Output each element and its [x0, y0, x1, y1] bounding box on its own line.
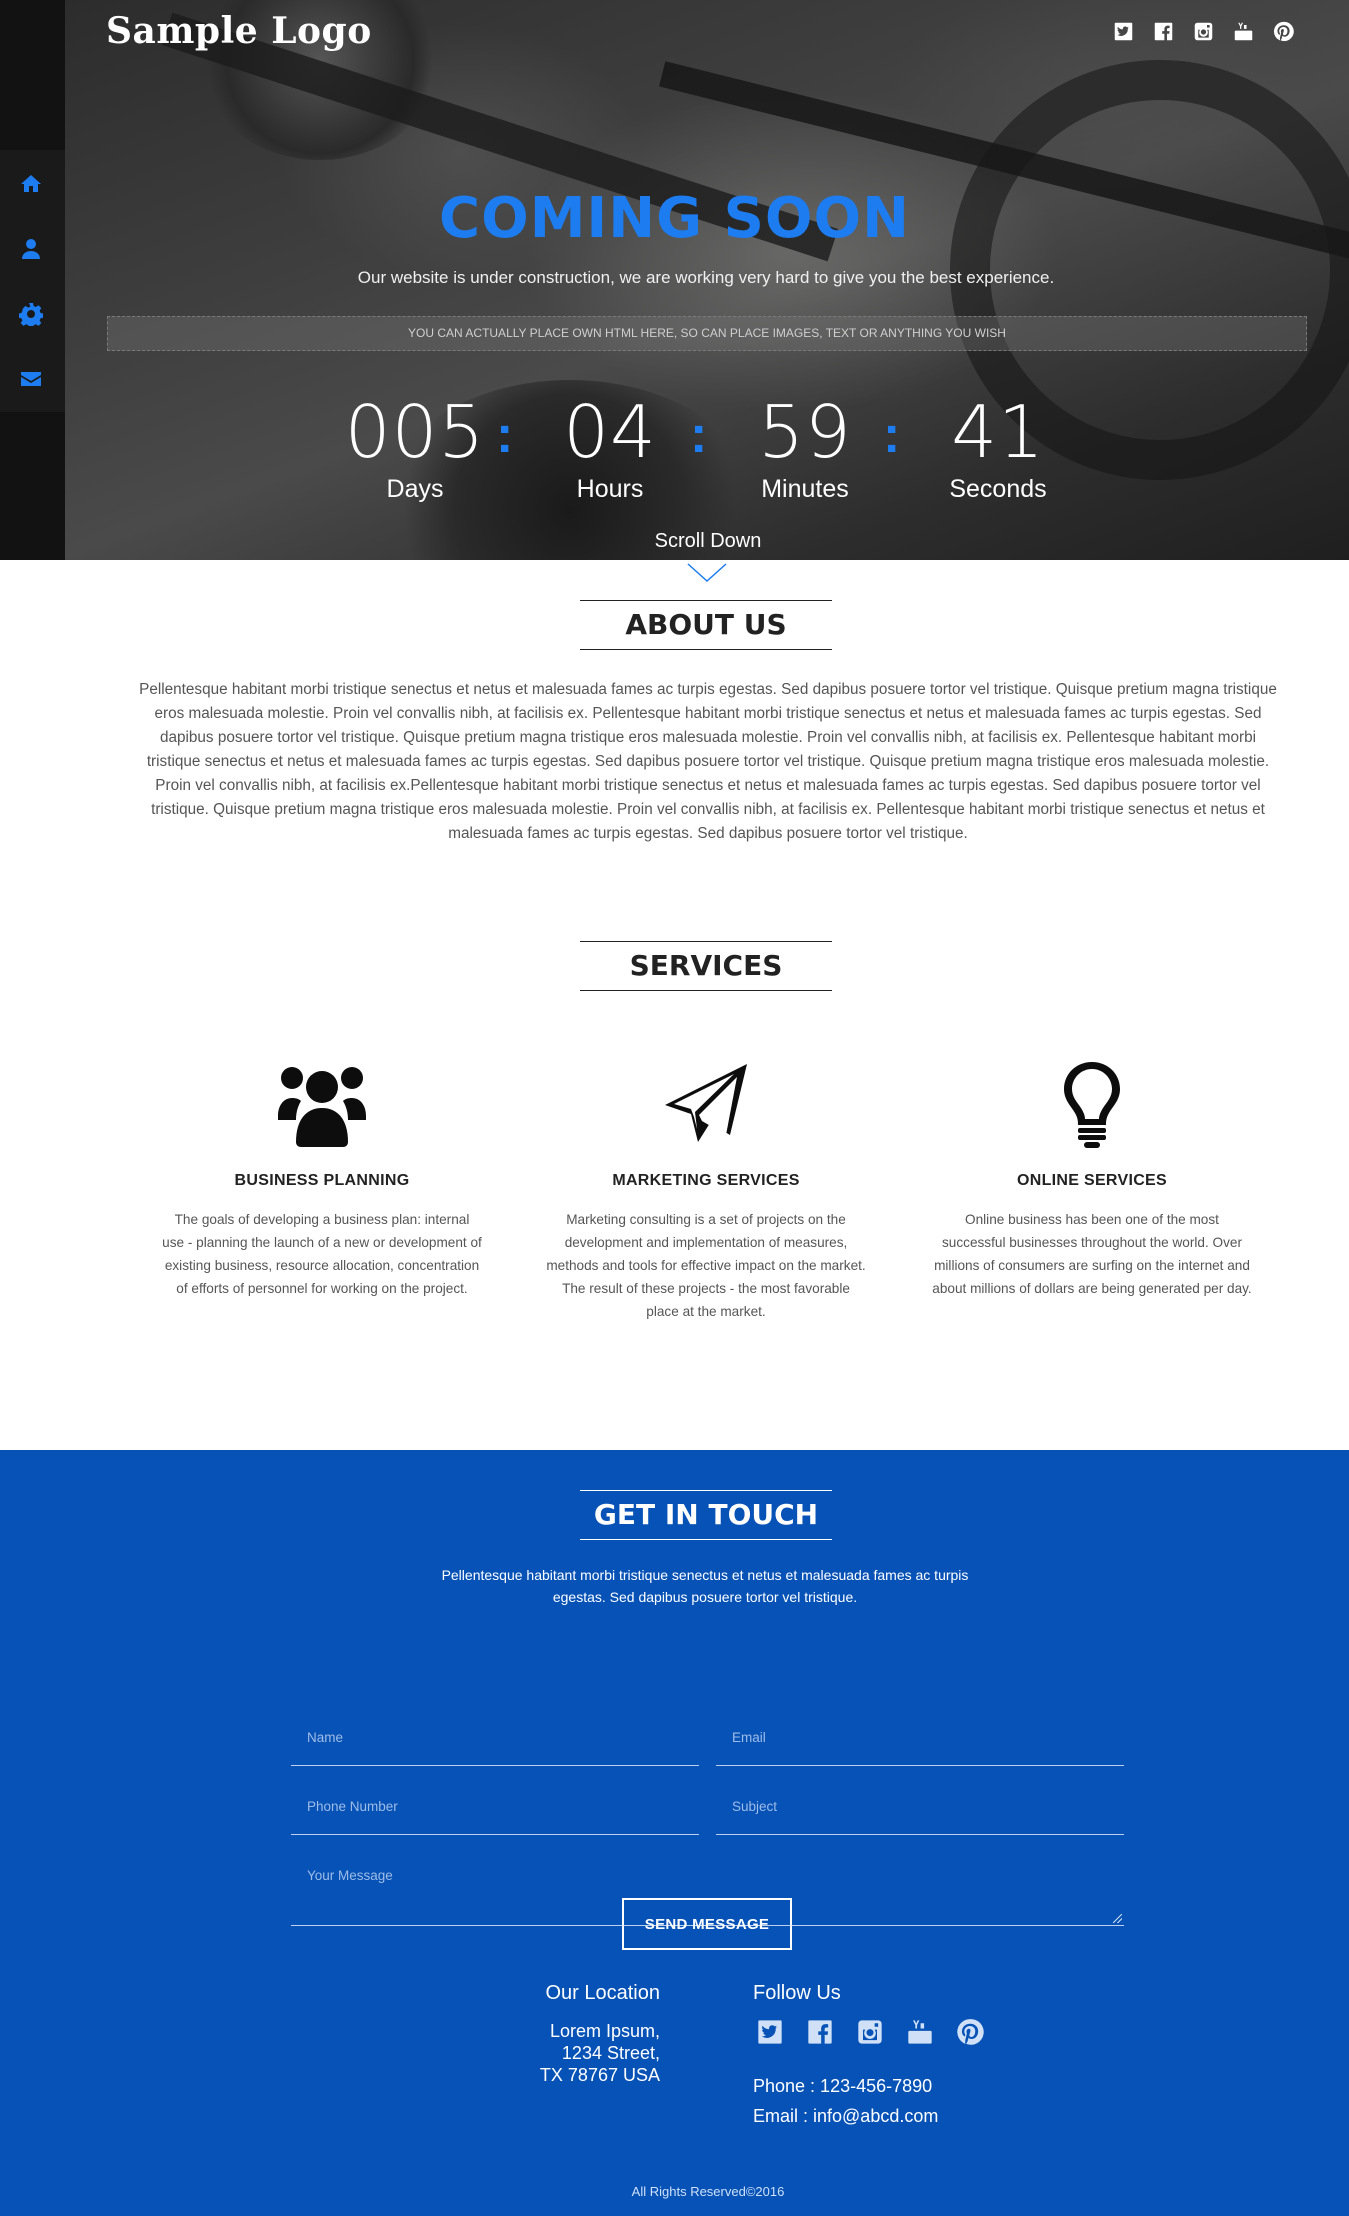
- copyright: All Rights Reserved©2016: [631, 2184, 785, 2199]
- pinterest-link[interactable]: [1272, 20, 1294, 42]
- youtube-link[interactable]: [906, 2018, 934, 2046]
- header-social-links: [1112, 20, 1294, 42]
- countdown-hours: 04 Hours: [540, 390, 680, 504]
- countdown-separator: :: [690, 406, 708, 464]
- contact-email[interactable]: Email : info@abcd.com: [753, 2106, 938, 2127]
- envelope-icon: [21, 372, 41, 386]
- countdown-days-label: Days: [386, 475, 444, 503]
- pinterest-icon: [1273, 21, 1294, 41]
- paper-plane-icon: [665, 1064, 747, 1142]
- about-title: ABOUT US: [580, 600, 832, 650]
- service-title: MARKETING SERVICES: [612, 1172, 800, 1189]
- service-description: Marketing consulting is a set of project…: [546, 1212, 866, 1319]
- instagram-icon: [858, 2020, 882, 2044]
- location-title: Our Location: [545, 1982, 660, 2004]
- countdown-hours-label: Hours: [576, 475, 644, 503]
- coming-soon-title: COMING SOON: [438, 186, 910, 251]
- countdown-separator: :: [883, 406, 901, 464]
- countdown-hours-value: 04: [563, 390, 657, 474]
- contact-section: GET IN TOUCH Pellentesque habitant morbi…: [0, 1450, 1349, 2216]
- facebook-link[interactable]: [806, 2018, 834, 2046]
- pinterest-link[interactable]: [956, 2018, 984, 2046]
- countdown-minutes: 59 Minutes: [735, 390, 875, 504]
- countdown-minutes-label: Minutes: [761, 475, 849, 503]
- instagram-link[interactable]: [1192, 20, 1214, 42]
- youtube-link[interactable]: [1232, 20, 1254, 42]
- site-logo[interactable]: Sample Logo: [106, 10, 372, 52]
- twitter-icon: [758, 2020, 782, 2044]
- email-field[interactable]: Email: [716, 1706, 1124, 1766]
- name-placeholder: Name: [307, 1730, 344, 1745]
- location-address: Lorem Ipsum, 1234 Street, TX 78767 USA: [540, 2020, 660, 2086]
- subject-field[interactable]: Subject: [716, 1775, 1124, 1835]
- chevron-down-icon: [687, 563, 727, 583]
- scroll-down-link[interactable]: Scroll Down: [0, 530, 1349, 553]
- address-line: Lorem Ipsum,: [549, 2021, 660, 2041]
- message-placeholder: Your Message: [307, 1868, 393, 1883]
- instagram-icon: [1194, 22, 1212, 40]
- textarea-resize-handle[interactable]: [1113, 1914, 1122, 1923]
- hero-tagline: Our website is under construction, we ar…: [357, 268, 1055, 287]
- email-placeholder: Email: [732, 1730, 766, 1745]
- users-icon: [278, 1067, 366, 1147]
- contact-phone: Phone : 123-456-7890: [753, 2076, 933, 2096]
- footer-social-links: [756, 2018, 984, 2046]
- countdown-days: 005 Days: [340, 390, 490, 504]
- phone-field[interactable]: Phone Number: [291, 1775, 699, 1835]
- twitter-link[interactable]: [1112, 20, 1134, 42]
- countdown-seconds-value: 41: [951, 390, 1045, 474]
- follow-title: Follow Us: [753, 1982, 841, 2004]
- service-marketing: MARKETING SERVICES Marketing consulting …: [536, 1055, 876, 1323]
- sidebar-item-contact[interactable]: [17, 365, 45, 393]
- service-description: Online business has been one of the most…: [932, 1212, 1252, 1296]
- facebook-icon: [1154, 22, 1172, 40]
- phone-placeholder: Phone Number: [307, 1799, 398, 1814]
- name-field[interactable]: Name: [291, 1706, 699, 1766]
- service-online: ONLINE SERVICES Online business has been…: [922, 1055, 1262, 1300]
- countdown-minutes-value: 59: [758, 390, 852, 474]
- twitter-link[interactable]: [756, 2018, 784, 2046]
- youtube-icon: [1234, 22, 1252, 40]
- subject-placeholder: Subject: [732, 1799, 778, 1814]
- gear-icon: [19, 303, 43, 326]
- sidebar-item-services[interactable]: [17, 300, 45, 328]
- instagram-link[interactable]: [856, 2018, 884, 2046]
- countdown-seconds: 41 Seconds: [928, 390, 1068, 504]
- lightbulb-icon: [1064, 1062, 1120, 1148]
- services-title: SERVICES: [580, 941, 832, 991]
- youtube-icon: [908, 2020, 932, 2044]
- contact-title: GET IN TOUCH: [580, 1490, 832, 1540]
- about-text: Pellentesque habitant morbi tristique se…: [139, 681, 1277, 842]
- countdown-days-value: 005: [344, 390, 486, 474]
- service-title: ONLINE SERVICES: [1016, 1172, 1167, 1189]
- service-title: BUSINESS PLANNING: [234, 1172, 410, 1189]
- countdown-separator: :: [496, 406, 514, 464]
- pinterest-icon: [957, 2019, 984, 2045]
- twitter-icon: [1114, 22, 1132, 40]
- countdown-seconds-label: Seconds: [949, 475, 1047, 503]
- facebook-icon: [808, 2020, 832, 2044]
- scroll-down-arrow[interactable]: [686, 562, 728, 584]
- contact-description: Pellentesque habitant morbi tristique se…: [441, 1567, 969, 1605]
- hero-section: Sample Logo COMING SOON Our website is u…: [0, 0, 1349, 560]
- send-message-button[interactable]: SEND MESSAGE: [622, 1898, 792, 1950]
- facebook-link[interactable]: [1152, 20, 1174, 42]
- address-line: 1234 Street,: [561, 2043, 660, 2063]
- custom-html-placeholder: YOU CAN ACTUALLY PLACE OWN HTML HERE, SO…: [107, 316, 1307, 351]
- service-business-planning: BUSINESS PLANNING The goals of developin…: [152, 1055, 492, 1300]
- address-line: TX 78767 USA: [539, 2065, 660, 2085]
- service-description: The goals of developing a business plan:…: [162, 1212, 482, 1296]
